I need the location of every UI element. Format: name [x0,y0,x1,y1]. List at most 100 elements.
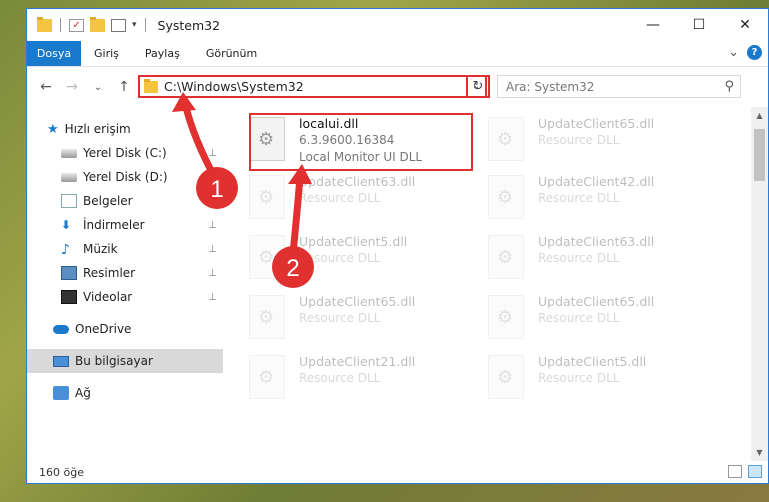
file-description: Resource DLL [299,251,381,265]
sidebar-item-label: İndirmeler [83,218,145,232]
documents-icon [61,194,77,208]
file-item[interactable]: UpdateClient5.dll Resource DLL [249,233,474,285]
ribbon-right: ⌄ ? [728,45,762,60]
dll-file-icon [249,295,285,339]
expand-ribbon-icon[interactable]: ⌄ [728,45,739,60]
refresh-button[interactable]: ↻ [466,75,490,98]
sidebar-item-this-pc[interactable]: Bu bilgisayar [27,349,223,373]
minimize-button[interactable]: — [630,9,676,41]
search-box[interactable]: Ara: System32 ⚲ [497,75,741,98]
recent-locations-button[interactable]: ⌄ [87,82,109,93]
tab-share[interactable]: Paylaş [132,41,193,66]
file-name: UpdateClient65.dll [538,116,655,131]
sidebar-item-label: Yerel Disk (D:) [83,170,168,184]
file-item[interactable]: UpdateClient63.dll Resource DLL [249,173,474,225]
sidebar-item-label: Ağ [75,386,91,400]
close-button[interactable]: ✕ [722,9,768,41]
sidebar-item-music[interactable]: ♪ Müzik ⊥ [27,237,223,261]
file-name: UpdateClient5.dll [538,354,647,369]
sidebar-item-local-disk-c[interactable]: Yerel Disk (C:) ⊥ [27,141,223,165]
onedrive-icon [53,324,69,334]
forward-button[interactable]: → [61,79,83,95]
up-button[interactable]: ↑ [113,79,135,95]
pin-icon: ⊥ [208,219,217,231]
content-area: ★ Hızlı erişim Yerel Disk (C:) ⊥ Yerel D… [27,107,768,461]
navigation-bar: ← → ⌄ ↑ C:\Windows\System32 ⌄ ↻ Ara: Sys… [27,67,768,107]
back-button[interactable]: ← [35,79,57,95]
file-highlight-box [249,113,473,171]
sidebar-item-label: Videolar [83,290,133,304]
quick-access-toolbar: ✓ ▾ [27,16,148,32]
dll-file-icon [488,117,524,161]
drive-icon [61,172,77,182]
downloads-icon: ⬇ [61,218,72,232]
tab-home[interactable]: Giriş [81,41,132,66]
window-title: System32 [157,17,221,33]
customize-icon[interactable] [111,18,126,32]
scroll-down-icon[interactable]: ▼ [751,444,768,461]
drive-icon [61,148,77,158]
properties-icon[interactable]: ✓ [69,18,84,32]
sidebar-item-local-disk-d[interactable]: Yerel Disk (D:) [27,165,223,189]
file-description: Resource DLL [299,191,381,205]
file-item[interactable]: UpdateClient65.dll Resource DLL [488,293,713,345]
pin-icon: ⊥ [208,291,217,303]
tab-file[interactable]: Dosya [27,41,81,66]
sidebar-item-network[interactable]: Ağ [27,381,223,405]
sidebar-item-downloads[interactable]: ⬇ İndirmeler ⊥ [27,213,223,237]
address-bar[interactable]: C:\Windows\System32 ⌄ [138,75,487,98]
file-item[interactable]: UpdateClient65.dll Resource DLL [249,293,474,345]
file-description: Resource DLL [538,251,620,265]
sidebar-item-label: Resimler [83,266,136,280]
dll-file-icon [249,235,285,279]
sidebar-item-videos[interactable]: Videolar ⊥ [27,285,223,309]
file-item[interactable]: UpdateClient65.dll Resource DLL [488,115,713,167]
search-input[interactable]: Ara: System32 [506,80,594,94]
tab-view[interactable]: Görünüm [193,41,270,66]
item-count: 160 öğe [39,465,84,479]
file-item[interactable]: UpdateClient5.dll Resource DLL [488,353,713,405]
scroll-up-icon[interactable]: ▲ [751,107,768,124]
divider [144,18,146,32]
help-icon[interactable]: ? [747,45,762,60]
sidebar-item-quick-access[interactable]: ★ Hızlı erişim [27,117,223,141]
search-icon[interactable]: ⚲ [724,79,734,94]
sidebar-item-label: Yerel Disk (C:) [83,146,167,160]
large-icons-view-icon[interactable] [748,465,762,478]
title-bar: ✓ ▾ System32 — ☐ ✕ [27,9,768,41]
dll-file-icon [488,355,524,399]
sidebar-item-pictures[interactable]: Resimler ⊥ [27,261,223,285]
file-list: localui.dll 6.3.9600.16384 Local Monitor… [223,107,768,461]
dll-file-icon [249,355,285,399]
scroll-thumb[interactable] [754,129,765,181]
details-view-icon[interactable] [728,465,742,478]
videos-icon [61,290,77,304]
address-path[interactable]: C:\Windows\System32 [164,79,467,94]
sidebar-item-documents[interactable]: Belgeler [27,189,223,213]
network-icon [53,386,69,400]
pin-icon: ⊥ [208,243,217,255]
qa-dropdown-icon[interactable]: ▾ [132,20,137,30]
sidebar-item-label: OneDrive [75,322,132,336]
sidebar-item-label: Müzik [83,242,118,256]
file-item[interactable]: UpdateClient63.dll Resource DLL [488,233,713,285]
file-item[interactable]: UpdateClient42.dll Resource DLL [488,173,713,225]
file-name: UpdateClient5.dll [299,234,408,249]
explorer-window: ✓ ▾ System32 — ☐ ✕ Dosya Giriş Paylaş Gö… [26,8,769,484]
file-item[interactable]: UpdateClient21.dll Resource DLL [249,353,474,405]
divider [60,18,61,32]
maximize-button[interactable]: ☐ [676,9,722,41]
file-description: Resource DLL [538,311,620,325]
pin-icon: ⊥ [208,267,217,279]
sidebar-item-label: Belgeler [83,194,133,208]
file-name: UpdateClient63.dll [538,234,655,249]
dll-file-icon [488,235,524,279]
vertical-scrollbar[interactable]: ▲ ▼ [751,107,768,461]
new-folder-icon[interactable] [90,16,105,32]
pin-icon: ⊥ [208,147,217,159]
navigation-pane: ★ Hızlı erişim Yerel Disk (C:) ⊥ Yerel D… [27,107,223,461]
sidebar-item-onedrive[interactable]: OneDrive [27,317,223,341]
